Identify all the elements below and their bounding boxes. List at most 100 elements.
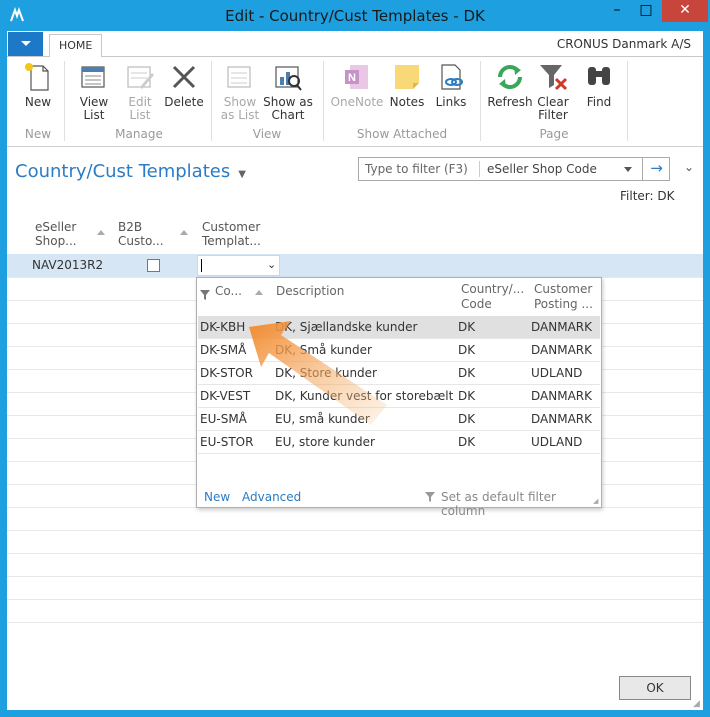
header-line: Posting ... (534, 297, 593, 311)
notes-label: Notes (389, 95, 425, 109)
column-header-line: eSeller (35, 220, 77, 234)
dropdown-cell-country: DK (458, 343, 476, 357)
show-as-list-button[interactable]: Show as List (217, 61, 263, 122)
refresh-button[interactable]: Refresh (487, 61, 533, 109)
filter-field-select[interactable]: eSeller Shop Code (487, 162, 597, 176)
sort-arrow-icon[interactable] (97, 230, 105, 235)
table-row-selected[interactable] (7, 254, 703, 277)
svg-text:N: N (348, 72, 356, 84)
ok-button[interactable]: OK (619, 676, 691, 700)
dropdown-cell-posting: DANMARK (531, 343, 592, 357)
dropdown-cell-code: EU-STOR (200, 435, 254, 449)
app-window: Edit - Country/Cust Templates - DK – □ ✕… (0, 0, 710, 717)
view-list-button[interactable]: View List (71, 61, 117, 122)
view-list-icon (81, 66, 105, 88)
arrow-right-icon[interactable]: → (642, 158, 670, 180)
clear-filter-label-2: Filter (538, 108, 568, 122)
find-button[interactable]: Find (579, 61, 619, 109)
ribbon: New View List Edit List Delete Show as L… (7, 57, 703, 147)
new-button[interactable]: New (15, 61, 61, 109)
dropdown-cell-posting: DANMARK (531, 320, 592, 334)
refresh-icon (498, 65, 522, 89)
filter-icon[interactable] (200, 290, 210, 300)
tab-home[interactable]: HOME (49, 34, 103, 58)
dropdown-arrow-icon[interactable] (624, 167, 632, 172)
set-default-filter-column-link[interactable]: Set as default filter column (441, 490, 601, 518)
dropdown-cell-country: DK (458, 320, 476, 334)
sort-arrow-icon[interactable] (255, 290, 263, 295)
ribbon-separator (64, 61, 65, 141)
dropdown-new-link[interactable]: New (204, 490, 230, 504)
column-header-eseller-shop[interactable]: eSeller Shop... (35, 220, 77, 248)
edit-list-label-2: List (129, 108, 151, 122)
header-line: Customer (534, 282, 593, 296)
group-manage-label: Manage (115, 127, 163, 141)
new-document-icon (25, 63, 49, 91)
column-header-customer-template[interactable]: Customer Templat... (202, 220, 261, 248)
clear-filter-button[interactable]: Clear Filter (533, 61, 573, 122)
column-header-b2b-customer[interactable]: B2B Custo... (118, 220, 164, 248)
annotation-arrow-icon (249, 321, 387, 425)
new-label: New (24, 95, 52, 109)
group-new-label: New (24, 127, 52, 141)
cell-eseller-shop[interactable]: NAV2013R2 (32, 258, 103, 272)
delete-label: Delete (164, 95, 204, 109)
dropdown-cell-country: DK (458, 412, 476, 426)
resize-grip-icon[interactable]: ◢ (593, 497, 598, 505)
window-resize-grip-icon[interactable]: ◢ (693, 699, 700, 709)
filter-input[interactable]: Type to filter (F3) (365, 162, 468, 176)
dropdown-advanced-link[interactable]: Advanced (242, 490, 301, 504)
dropdown-header-description[interactable]: Description (276, 284, 344, 299)
row-divider (7, 576, 703, 577)
caret-down-icon: ▼ (238, 169, 246, 180)
dropdown-cell-posting: DANMARK (531, 389, 592, 403)
filter-separator (479, 161, 480, 177)
show-as-chart-label-1: Show as (263, 95, 313, 109)
page-title-text: Country/Cust Templates (15, 161, 231, 182)
group-view-label: View (252, 127, 282, 141)
show-as-list-label-2: as List (220, 108, 260, 122)
links-button[interactable]: Links (431, 61, 471, 109)
b2b-customer-checkbox[interactable] (147, 259, 160, 272)
maximize-button[interactable]: □ (632, 0, 660, 22)
delete-x-icon (172, 65, 196, 89)
close-button[interactable]: ✕ (662, 0, 708, 22)
links-icon (441, 64, 463, 90)
notes-button[interactable]: Notes (387, 61, 427, 109)
customer-template-combo[interactable]: ⌄ (197, 255, 280, 276)
sort-arrow-icon[interactable] (180, 230, 188, 235)
column-header-line: Shop... (35, 234, 77, 248)
chevron-down-icon[interactable]: ⌄ (684, 160, 694, 174)
clear-filter-label-1: Clear (537, 95, 569, 109)
onenote-label: OneNote (330, 95, 384, 109)
dropdown-header-country-code[interactable]: Country/... Code (461, 282, 524, 312)
dropdown-cell-country: DK (458, 366, 476, 380)
chevron-down-icon[interactable]: ⌄ (267, 258, 276, 271)
dropdown-cell-code: DK-STOR (200, 366, 253, 380)
minimize-button[interactable]: – (603, 0, 631, 22)
onenote-button[interactable]: N OneNote (329, 61, 385, 109)
show-as-chart-button[interactable]: Show as Chart (263, 61, 313, 122)
dropdown-header-code[interactable]: Co... (215, 284, 242, 299)
edit-list-label-1: Edit (128, 95, 152, 109)
group-page-label: Page (539, 127, 569, 141)
clear-filter-icon (540, 65, 568, 91)
dropdown-cell-code: DK-VEST (200, 389, 251, 403)
column-header-line: Templat... (202, 234, 261, 248)
view-list-label-2: List (83, 108, 105, 122)
title-bar: Edit - Country/Cust Templates - DK – □ ✕ (0, 0, 710, 32)
page-title[interactable]: Country/Cust Templates ▼ (15, 161, 246, 182)
dropdown-cell-country: DK (458, 389, 476, 403)
binoculars-icon (588, 67, 610, 85)
dropdown-header-customer-posting[interactable]: Customer Posting ... (534, 282, 593, 312)
refresh-label: Refresh (487, 95, 533, 109)
delete-button[interactable]: Delete (163, 61, 205, 109)
dropdown-row[interactable]: EU-STOR EU, store kunder DK UDLAND (198, 431, 600, 454)
group-show-attached-label: Show Attached (356, 127, 448, 141)
row-divider (7, 599, 703, 600)
application-menu-button[interactable] (8, 32, 43, 56)
filter-icon (425, 492, 435, 502)
text-cursor (201, 259, 202, 272)
edit-list-button[interactable]: Edit List (117, 61, 163, 122)
dropdown-cell-posting: DANMARK (531, 412, 592, 426)
